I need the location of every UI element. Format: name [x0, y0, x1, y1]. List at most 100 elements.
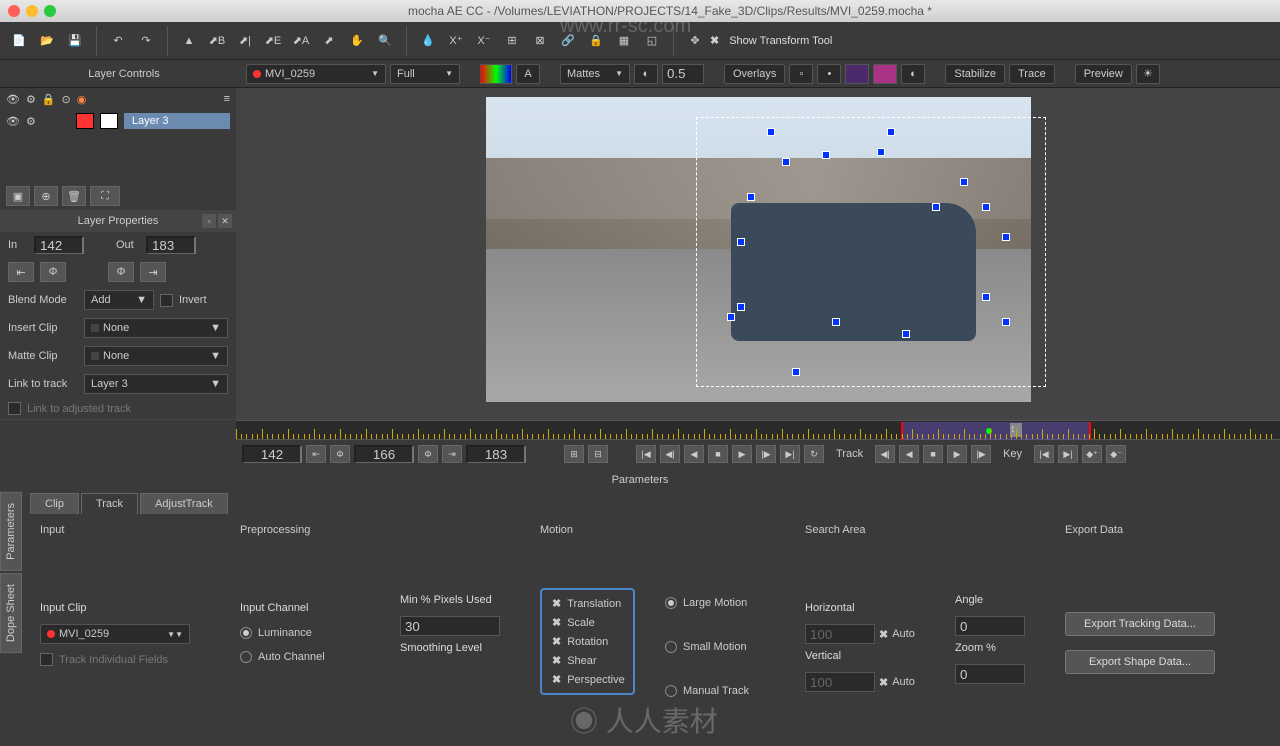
clip-selector[interactable]: MVI_0259 ▼: [246, 64, 386, 84]
paint-tool-icon[interactable]: 💧: [415, 28, 441, 54]
out-frame-display[interactable]: [466, 445, 526, 463]
eye-icon[interactable]: 👁: [6, 93, 20, 106]
del-key-icon[interactable]: ◆⁻: [1106, 445, 1126, 463]
track-back-one-icon[interactable]: ◀: [899, 445, 919, 463]
detach-icon[interactable]: ▫: [202, 214, 216, 228]
in-frame-display[interactable]: [242, 445, 302, 463]
lock-icon[interactable]: 🔒: [42, 93, 56, 106]
link-track-dropdown[interactable]: Layer 3▼: [84, 374, 228, 394]
dope-sheet-side-tab[interactable]: Dope Sheet: [0, 573, 22, 653]
play-icon[interactable]: ▶: [732, 445, 752, 463]
tracker-point[interactable]: [737, 238, 745, 246]
close-window[interactable]: [8, 5, 20, 17]
invert-checkbox[interactable]: [160, 294, 173, 307]
track-forward-icon[interactable]: |▶: [971, 445, 991, 463]
layer-row[interactable]: 👁 ⚙ Layer 3: [0, 110, 236, 132]
out-auto-icon[interactable]: Φ: [108, 262, 134, 282]
duplicate-layer-icon[interactable]: ⊕: [34, 186, 58, 206]
alpha-display-button[interactable]: A: [516, 64, 540, 84]
bezier-tool-icon[interactable]: ⬈B: [204, 28, 230, 54]
manual-track-radio[interactable]: [665, 685, 677, 697]
tracker-point[interactable]: [932, 203, 940, 211]
gear-icon[interactable]: ⚙: [26, 115, 36, 128]
trace-button[interactable]: Trace: [1009, 64, 1055, 84]
tracker-point[interactable]: [960, 178, 968, 186]
spline-tool-icon[interactable]: ⊞: [499, 28, 525, 54]
redo-icon[interactable]: ↷: [133, 28, 159, 54]
min-pixels-input[interactable]: [400, 616, 500, 636]
save-file-icon[interactable]: 💾: [62, 28, 88, 54]
alpha-value-input[interactable]: [662, 64, 704, 84]
tracker-point[interactable]: [832, 318, 840, 326]
surface-overlay-icon[interactable]: [845, 64, 869, 84]
parameters-side-tab[interactable]: Parameters: [0, 492, 22, 571]
set-out-icon[interactable]: ⇥: [442, 445, 462, 463]
step-back-icon[interactable]: ◀|: [660, 445, 680, 463]
current-frame-display[interactable]: [354, 445, 414, 463]
perspective-check[interactable]: ✖Perspective: [546, 670, 629, 689]
minimize-window[interactable]: [26, 5, 38, 17]
xminus-tool-icon[interactable]: X⁻: [471, 28, 497, 54]
tracker-point[interactable]: [792, 368, 800, 376]
link-tool-icon[interactable]: 🔗: [555, 28, 581, 54]
color-icon[interactable]: ◉: [77, 93, 87, 106]
tracker-point[interactable]: [782, 158, 790, 166]
in-auto-icon[interactable]: Φ: [40, 262, 66, 282]
luminance-radio[interactable]: [240, 627, 252, 639]
add-point-tool-icon[interactable]: ⬈A: [288, 28, 314, 54]
tracker-point[interactable]: [767, 128, 775, 136]
tracker-point[interactable]: [737, 303, 745, 311]
group-layers-icon[interactable]: ▣: [6, 186, 30, 206]
timeline-ruler[interactable]: ↕: [236, 420, 1280, 440]
auto-channel-radio[interactable]: [240, 651, 252, 663]
track-stop-icon[interactable]: ■: [923, 445, 943, 463]
viewer-canvas[interactable]: [236, 88, 1280, 420]
tracker-point[interactable]: [822, 151, 830, 159]
tracker-point[interactable]: [887, 128, 895, 136]
overlays-button[interactable]: Overlays: [724, 64, 785, 84]
hand-tool-icon[interactable]: ✋: [344, 28, 370, 54]
zoom-in-icon[interactable]: ⊞: [564, 445, 584, 463]
rotation-check[interactable]: ✖Rotation: [546, 632, 629, 651]
zoom-window[interactable]: [44, 5, 56, 17]
cog-icon[interactable]: ⊙: [62, 93, 71, 106]
angle-input[interactable]: [955, 616, 1025, 636]
zoom-input[interactable]: [955, 664, 1025, 684]
track-back-icon[interactable]: ◀|: [875, 445, 895, 463]
xspline-tool-icon[interactable]: ⊠: [527, 28, 553, 54]
stop-icon[interactable]: ■: [708, 445, 728, 463]
close-tool-icon[interactable]: ✖: [710, 34, 719, 47]
clip-tab[interactable]: Clip: [30, 493, 79, 514]
undo-icon[interactable]: ↶: [105, 28, 131, 54]
pointer-tool-icon[interactable]: ▲: [176, 28, 202, 54]
delete-layer-icon[interactable]: 🗑: [62, 186, 86, 206]
shear-check[interactable]: ✖Shear: [546, 651, 629, 670]
blend-mode-dropdown[interactable]: Add▼: [84, 290, 154, 310]
xplus-tool-icon[interactable]: X⁺: [443, 28, 469, 54]
tracker-point[interactable]: [727, 313, 735, 321]
tracker-point[interactable]: [747, 193, 755, 201]
horizontal-input[interactable]: [805, 624, 875, 644]
surface-box[interactable]: [696, 117, 1046, 387]
grid-overlay-icon[interactable]: [873, 64, 897, 84]
set-in-icon[interactable]: ⇤: [306, 445, 326, 463]
keyframe-marker[interactable]: [986, 428, 992, 434]
out-frame-input[interactable]: [146, 236, 196, 254]
tracker-point[interactable]: [982, 293, 990, 301]
tracker-point[interactable]: [877, 148, 885, 156]
matte-clip-dropdown[interactable]: None▼: [84, 346, 228, 366]
play-back-icon[interactable]: ◀: [684, 445, 704, 463]
track-tab[interactable]: Track: [81, 493, 138, 514]
scale-check[interactable]: ✖Scale: [546, 613, 629, 632]
large-motion-radio[interactable]: [665, 597, 677, 609]
track-forward-one-icon[interactable]: ▶: [947, 445, 967, 463]
eye-icon[interactable]: 👁: [6, 115, 20, 128]
tangent-overlay-icon[interactable]: ◐: [901, 64, 925, 84]
fit-layer-icon[interactable]: ⛶: [90, 186, 120, 206]
menu-icon[interactable]: ≡: [224, 93, 230, 105]
grid-tool-icon[interactable]: ▦: [611, 28, 637, 54]
adjust-track-tab[interactable]: AdjustTrack: [140, 493, 228, 514]
tracker-point[interactable]: [982, 203, 990, 211]
matte-color-swatch[interactable]: [100, 113, 118, 129]
prev-key-icon[interactable]: |◀: [1034, 445, 1054, 463]
